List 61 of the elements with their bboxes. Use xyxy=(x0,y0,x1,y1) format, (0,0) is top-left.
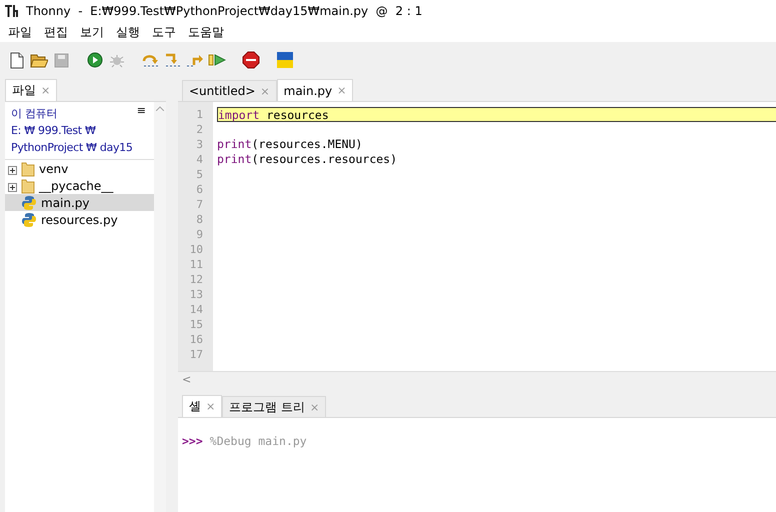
folder-icon xyxy=(21,160,35,176)
line-number: 3 xyxy=(195,137,204,152)
line-number: 17 xyxy=(188,347,204,362)
line-number: 15 xyxy=(188,317,204,332)
code-line: print(resources.MENU) xyxy=(217,137,362,152)
expander-icon[interactable] xyxy=(8,164,17,173)
menu-item[interactable]: 파일 xyxy=(4,24,40,40)
tab-label: main.py xyxy=(284,84,332,98)
menu-icon[interactable]: ≡ xyxy=(136,104,146,117)
new-file-icon[interactable] xyxy=(8,51,26,69)
tab[interactable]: 셸 × xyxy=(182,395,222,417)
menu-item[interactable]: 도움말 xyxy=(184,24,232,40)
play-icon[interactable] xyxy=(86,51,104,69)
line-number: 1 xyxy=(195,107,204,122)
path-link[interactable]: PythonProject ₩ day15 xyxy=(11,139,133,156)
menu-item[interactable]: 도구 xyxy=(148,24,184,40)
tree-item[interactable]: venv xyxy=(5,160,154,177)
tab[interactable]: 파일 × xyxy=(5,79,58,101)
line-number: 6 xyxy=(195,182,204,197)
tab-label: 파일 xyxy=(12,82,36,99)
shell-panel[interactable]: >>> %Debug main.py xyxy=(178,417,776,512)
step-into-icon[interactable] xyxy=(164,51,182,69)
line-number: 11 xyxy=(188,257,204,272)
python-icon xyxy=(21,194,37,210)
menu-item[interactable]: 편집 xyxy=(40,24,76,40)
line-number: 8 xyxy=(195,212,204,227)
code-editor[interactable]: 1 2 3 4 5 6 7 8 9 10 11 12 13 14 15 16 17 import resources print(resources.MENU) print(resources.resources) < xyxy=(178,101,776,387)
app-logo-icon xyxy=(4,4,20,18)
stop-sign-icon[interactable] xyxy=(242,51,260,69)
line-number: 2 xyxy=(195,122,204,137)
line-number: 7 xyxy=(195,197,204,212)
path-link[interactable]: E: ₩ 999.Test ₩ xyxy=(11,122,96,139)
folder-icon xyxy=(21,178,35,194)
path-link[interactable]: 이 컴퓨터 xyxy=(11,105,57,122)
tab[interactable]: main.py × xyxy=(276,79,354,101)
line-number: 16 xyxy=(188,332,204,347)
line-number: 12 xyxy=(188,272,204,287)
line-number: 4 xyxy=(195,152,204,167)
python-icon xyxy=(21,212,37,228)
line-number: 10 xyxy=(188,242,204,257)
shell-command: %Debug main.py xyxy=(210,434,307,448)
tree-item[interactable]: resources.py xyxy=(5,211,154,228)
code-line: print(resources.resources) xyxy=(217,152,398,167)
line-number: 14 xyxy=(188,302,204,317)
shell-prompt: >>> xyxy=(182,434,203,448)
tab-label: 셸 xyxy=(189,398,201,415)
tab[interactable]: 프로그램 트리 × xyxy=(222,396,326,417)
flag-icon[interactable] xyxy=(276,51,294,69)
tab-label: 프로그램 트리 xyxy=(229,398,306,416)
code-line: import resources xyxy=(218,108,329,121)
line-number: 9 xyxy=(195,227,204,242)
line-number: 5 xyxy=(195,167,204,182)
window-title: Thonny - E:₩999.Test₩PythonProject₩day15₩main.py @ 2 : 1 xyxy=(26,4,422,18)
tab-label: <untitled> xyxy=(189,84,256,98)
line-number: 13 xyxy=(188,287,204,302)
tree-item[interactable]: __pycache__ xyxy=(5,177,154,194)
expander-icon[interactable] xyxy=(8,181,17,190)
menu-item[interactable]: 실행 xyxy=(112,24,148,40)
tab[interactable]: <untitled> × xyxy=(182,80,277,101)
tree-item[interactable]: main.py xyxy=(5,194,154,211)
menu-item[interactable]: 보기 xyxy=(76,24,112,40)
